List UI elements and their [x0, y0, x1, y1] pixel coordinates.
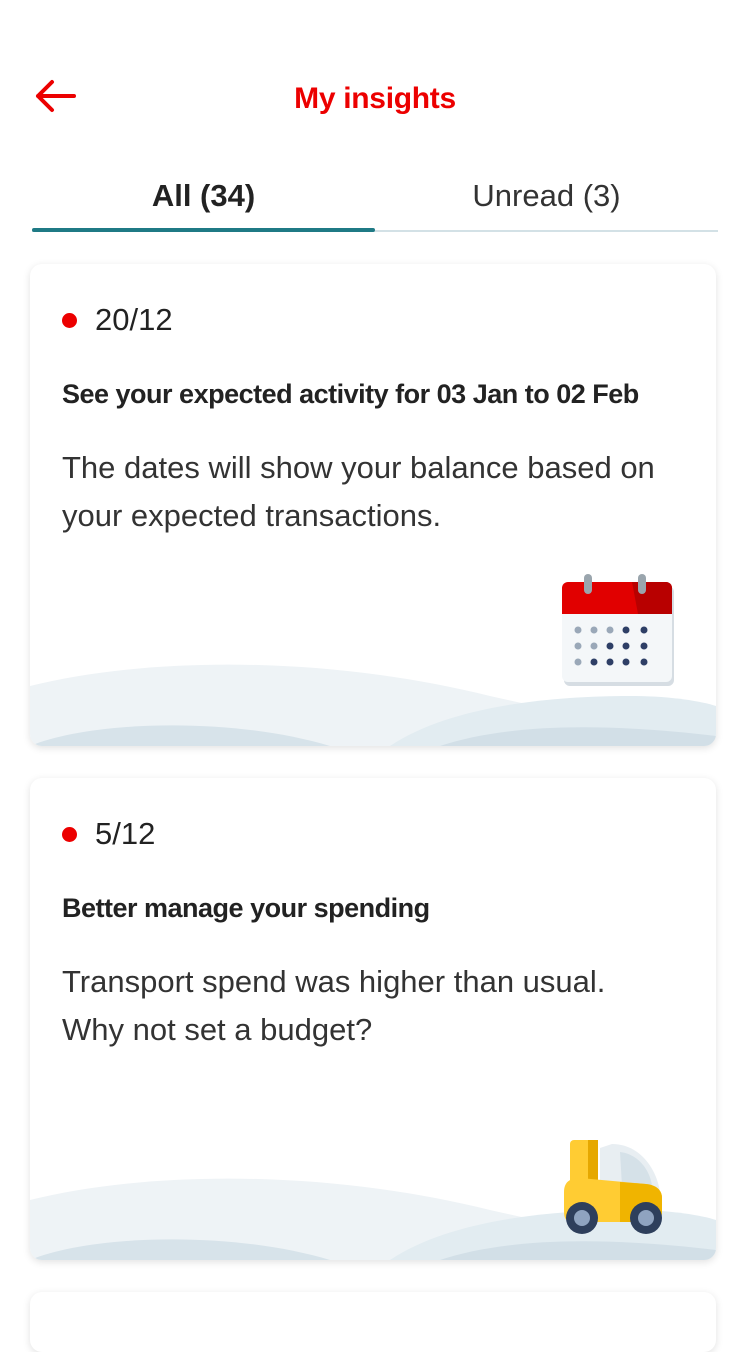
- tab-unread-label: Unread (3): [472, 178, 621, 213]
- insight-title: Better manage your spending: [62, 893, 430, 923]
- active-tab-indicator: [32, 228, 375, 232]
- insight-date-row: 5/12: [62, 816, 155, 852]
- tab-all-label: All (34): [151, 178, 256, 213]
- insight-description: The dates will show your balance based o…: [62, 450, 655, 533]
- tab-all[interactable]: All (34): [32, 160, 375, 232]
- insight-title: See your expected activity for 03 Jan to…: [62, 379, 639, 409]
- tab-unread[interactable]: Unread (3): [375, 160, 718, 232]
- unread-dot: [62, 826, 77, 842]
- page-title: My insights: [294, 82, 456, 115]
- insight-card[interactable]: 20/12 See your expected activity for 03 …: [30, 264, 716, 746]
- calendar-icon: [562, 574, 674, 686]
- car-icon: [564, 1140, 662, 1234]
- insight-date-row: 20/12: [62, 302, 173, 338]
- app-header: My insights: [0, 60, 750, 140]
- insight-date: 20/12: [95, 302, 173, 337]
- insight-date: 5/12: [95, 816, 156, 851]
- insight-card[interactable]: [30, 1292, 716, 1352]
- tab-bar: All (34) Unread (3): [32, 160, 718, 232]
- insight-card[interactable]: 5/12 Better manage your spending Transpo…: [30, 778, 716, 1260]
- unread-dot: [62, 312, 77, 328]
- insight-description: Transport spend was higher than usual. W…: [62, 964, 606, 1047]
